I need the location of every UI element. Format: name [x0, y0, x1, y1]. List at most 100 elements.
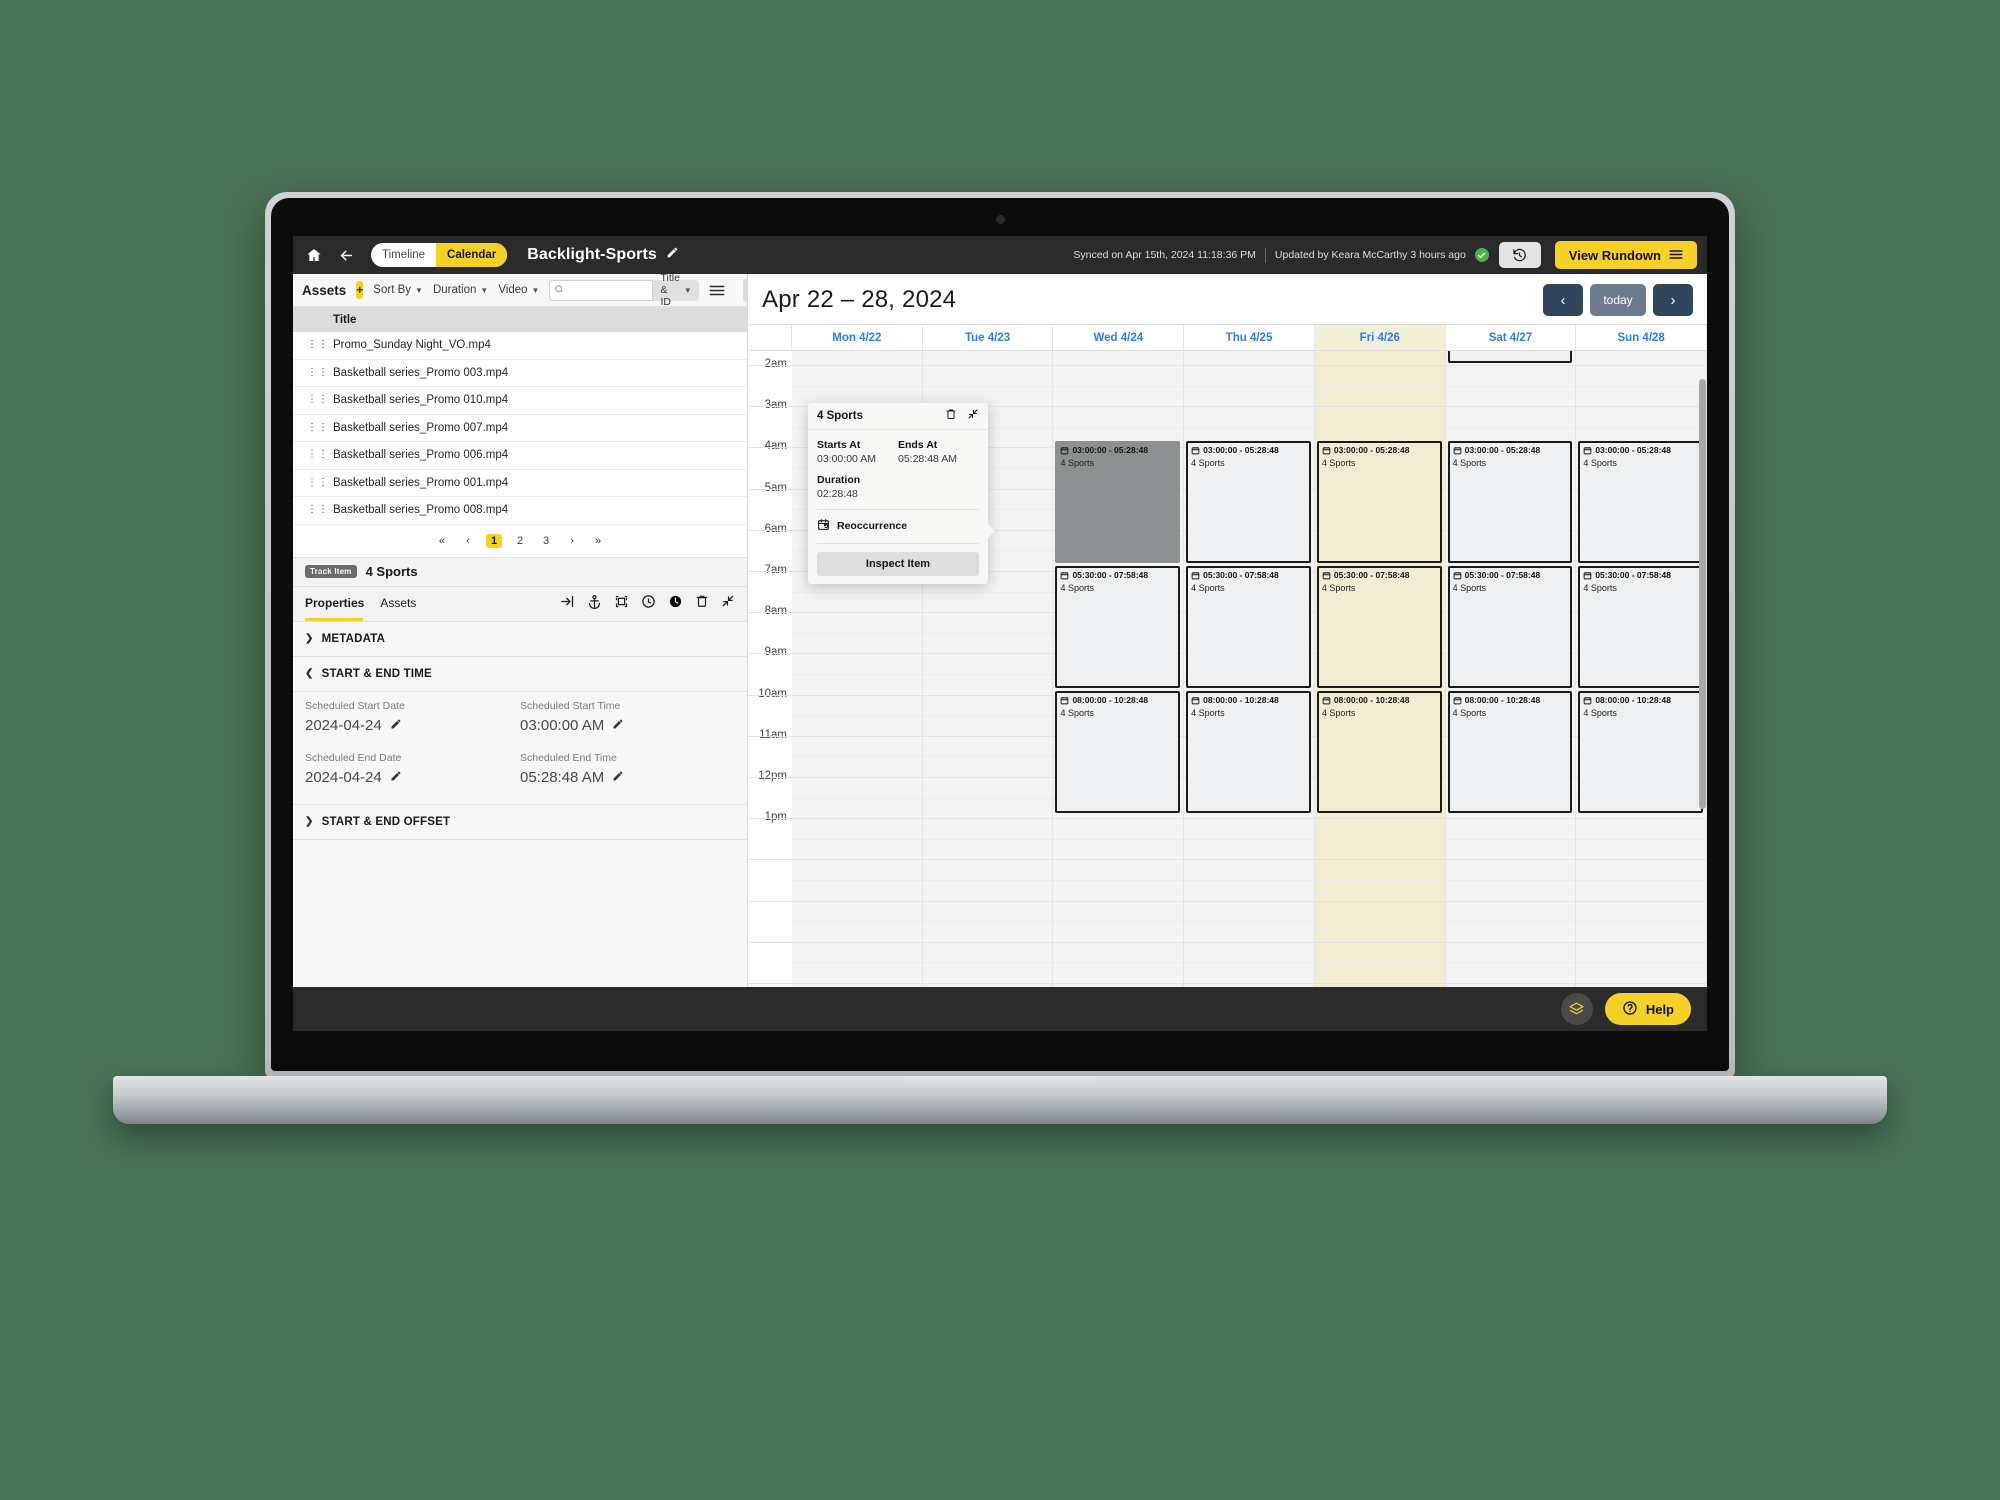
tab-properties[interactable]: Properties	[305, 596, 364, 612]
pagination-page-3[interactable]: 3	[538, 535, 554, 547]
clock-icon[interactable]	[668, 594, 683, 614]
pencil-icon[interactable]	[612, 717, 624, 734]
reoccurrence-row[interactable]: Reoccurrence	[817, 518, 979, 534]
anchor-icon[interactable]	[587, 594, 602, 614]
calendar-day-column-2[interactable]: 03:00:00 - 05:28:48 4 Sports 05:30:00 - 07…	[1053, 351, 1185, 987]
drag-handle-icon[interactable]: ⋮⋮	[307, 477, 328, 487]
calendar-event[interactable]: 05:30:00 - 07:58:48 4 Sports	[1447, 566, 1573, 688]
calendar-day-header-0[interactable]: Mon 4/22	[792, 325, 923, 350]
calendar-event[interactable]: 05:30:00 - 07:58:48 4 Sports	[1055, 566, 1181, 688]
calendar-day-column-4[interactable]: 03:00:00 - 05:28:48 4 Sports 05:30:00 - 07…	[1314, 351, 1446, 987]
pencil-icon[interactable]	[390, 717, 402, 734]
pagination-next[interactable]: ›	[564, 535, 580, 547]
calendar-event[interactable]: 03:00:00 - 05:28:48 4 Sports	[1055, 441, 1181, 563]
pagination-page-1[interactable]: 1	[485, 533, 503, 548]
pagination-page-2[interactable]: 2	[512, 535, 528, 547]
trash-icon[interactable]	[945, 407, 957, 425]
back-arrow-icon[interactable]	[335, 244, 357, 266]
drag-handle-icon[interactable]: ⋮⋮	[307, 340, 328, 350]
list-lines-icon[interactable]	[709, 279, 725, 301]
calendar-prev-button[interactable]: ‹	[1543, 284, 1583, 316]
table-row[interactable]: ⋮⋮ Basketball series_Promo 001.mp4	[293, 469, 747, 497]
inspect-item-button[interactable]: Inspect Item	[817, 552, 979, 576]
table-row[interactable]: ⋮⋮ Promo_Sunday Night_VO.mp4	[293, 332, 747, 360]
sort-by-dropdown[interactable]: Sort By ▼	[373, 284, 423, 296]
drag-handle-icon[interactable]: ⋮⋮	[307, 450, 328, 460]
expand-icon[interactable]	[967, 407, 979, 425]
pagination-prev[interactable]: ‹	[460, 535, 476, 547]
calendar-today-button[interactable]: today	[1590, 284, 1646, 316]
drag-handle-icon[interactable]: ⋮⋮	[307, 395, 328, 405]
calendar-event[interactable]: 08:00:00 - 10:28:48 4 Sports	[1447, 691, 1573, 813]
scheduled-end-date-value[interactable]: 2024-04-24	[305, 766, 520, 796]
trash-icon[interactable]	[695, 594, 709, 613]
table-row[interactable]: ⋮⋮ Basketball series_Promo 006.mp4	[293, 442, 747, 470]
home-icon[interactable]	[303, 244, 325, 266]
calendar-day-header-2[interactable]: Wed 4/24	[1053, 325, 1185, 350]
calendar-event[interactable]: 05:30:00 - 07:58:48 4 Sports	[1316, 566, 1442, 688]
pagination-last[interactable]: »	[590, 535, 606, 547]
history-revert-icon[interactable]	[1498, 242, 1541, 268]
duration-dropdown[interactable]: Duration ▼	[433, 284, 488, 296]
snap-to-right-icon[interactable]	[560, 594, 575, 614]
layers-stack-icon[interactable]	[1560, 993, 1593, 1025]
calendar-day-header-6[interactable]: Sun 4/28	[1576, 325, 1707, 350]
pencil-icon[interactable]	[612, 769, 624, 786]
calendar-event[interactable]: 03:00:00 - 05:28:48 4 Sports	[1578, 441, 1704, 563]
pencil-icon[interactable]	[390, 769, 402, 786]
calendar-day-column-5[interactable]: 03:00:00 - 05:28:48 4 Sports 05:30:00 - 07…	[1445, 351, 1577, 987]
search-input[interactable]	[549, 279, 654, 301]
search-scope-dropdown[interactable]: Title & ID ▼	[653, 272, 698, 308]
calendar-day-column-6[interactable]: 03:00:00 - 05:28:48 4 Sports 05:30:00 - 07…	[1576, 351, 1707, 987]
calendar-event[interactable]: 08:00:00 - 10:28:48 4 Sports	[1055, 691, 1181, 813]
time-label: 3am	[764, 399, 787, 412]
popover-header: 4 Sports	[808, 403, 988, 430]
calendar-event[interactable]: 08:00:00 - 10:28:48 4 Sports	[1578, 691, 1704, 813]
drag-handle-icon[interactable]: ⋮⋮	[307, 367, 328, 377]
section-metadata[interactable]: ❯ METADATA	[293, 622, 747, 656]
tab-assets[interactable]: Assets	[380, 596, 416, 612]
drag-handle-icon[interactable]: ⋮⋮	[307, 505, 328, 515]
hour-gridline	[922, 653, 1053, 655]
calendar-day-header-3[interactable]: Thu 4/25	[1184, 325, 1315, 350]
half-hour-gridline	[1314, 962, 1445, 964]
pencil-icon[interactable]	[666, 246, 679, 264]
calendar-event[interactable]: 08:00:00 - 10:28:48 4 Sports	[1186, 691, 1311, 813]
calendar-next-button[interactable]: ›	[1653, 284, 1693, 316]
calendar-day-header-4[interactable]: Fri 4/26	[1314, 325, 1446, 350]
help-button[interactable]: Help	[1604, 993, 1691, 1025]
calendar-event[interactable]: 05:30:00 - 07:58:48 4 Sports	[1578, 566, 1704, 688]
pagination-first[interactable]: «	[434, 535, 450, 547]
tab-calendar[interactable]: Calendar	[436, 243, 508, 267]
section-start-end-offset[interactable]: ❯ START & END OFFSET	[293, 805, 747, 839]
collapse-icon[interactable]	[721, 594, 735, 613]
calendar-day-header-1[interactable]: Tue 4/23	[923, 325, 1054, 350]
scheduled-start-date-value[interactable]: 2024-04-24	[305, 714, 520, 744]
view-mode-switch[interactable]: Timeline Calendar	[371, 243, 508, 267]
crop-icon[interactable]	[614, 594, 629, 614]
section-start-end-time[interactable]: ❮ START & END TIME	[293, 657, 747, 691]
vertical-scrollbar[interactable]	[1699, 379, 1706, 809]
calendar-event[interactable]: 08:00:00 - 10:28:48 4 Sports	[1316, 691, 1442, 813]
view-rundown-button[interactable]: View Rundown	[1554, 241, 1697, 269]
calendar-scroll-area[interactable]: 2am 3am 4am 5am 6am 7am 8am 9am 10am 11am 12pm 1pm …	[748, 351, 1707, 987]
scheduled-start-time-value[interactable]: 03:00:00 AM	[520, 714, 735, 744]
calendar-event[interactable]	[1447, 351, 1573, 363]
scheduled-end-time-value[interactable]: 05:28:48 AM	[520, 766, 735, 796]
tab-timeline[interactable]: Timeline	[371, 243, 436, 267]
table-row[interactable]: ⋮⋮ Basketball series_Promo 007.mp4	[293, 414, 747, 442]
calendar-day-column-3[interactable]: 03:00:00 - 05:28:48 4 Sports 05:30:00 - 07…	[1184, 351, 1315, 987]
add-asset-button[interactable]: +	[356, 281, 364, 299]
video-dropdown[interactable]: Video ▼	[498, 284, 539, 296]
calendar-event[interactable]: 05:30:00 - 07:58:48 4 Sports	[1186, 566, 1311, 688]
chevron-down-icon: ▼	[683, 285, 692, 295]
timer-icon[interactable]	[641, 594, 656, 614]
table-row[interactable]: ⋮⋮ Basketball series_Promo 010.mp4	[293, 387, 747, 415]
calendar-event[interactable]: 03:00:00 - 05:28:48 4 Sports	[1186, 441, 1311, 563]
drag-handle-icon[interactable]: ⋮⋮	[307, 422, 328, 432]
table-row[interactable]: ⋮⋮ Basketball series_Promo 008.mp4	[293, 497, 747, 525]
calendar-day-header-5[interactable]: Sat 4/27	[1446, 325, 1577, 350]
table-row[interactable]: ⋮⋮ Basketball series_Promo 003.mp4	[293, 359, 747, 387]
calendar-event[interactable]: 03:00:00 - 05:28:48 4 Sports	[1316, 441, 1442, 563]
calendar-event[interactable]: 03:00:00 - 05:28:48 4 Sports	[1447, 441, 1573, 563]
